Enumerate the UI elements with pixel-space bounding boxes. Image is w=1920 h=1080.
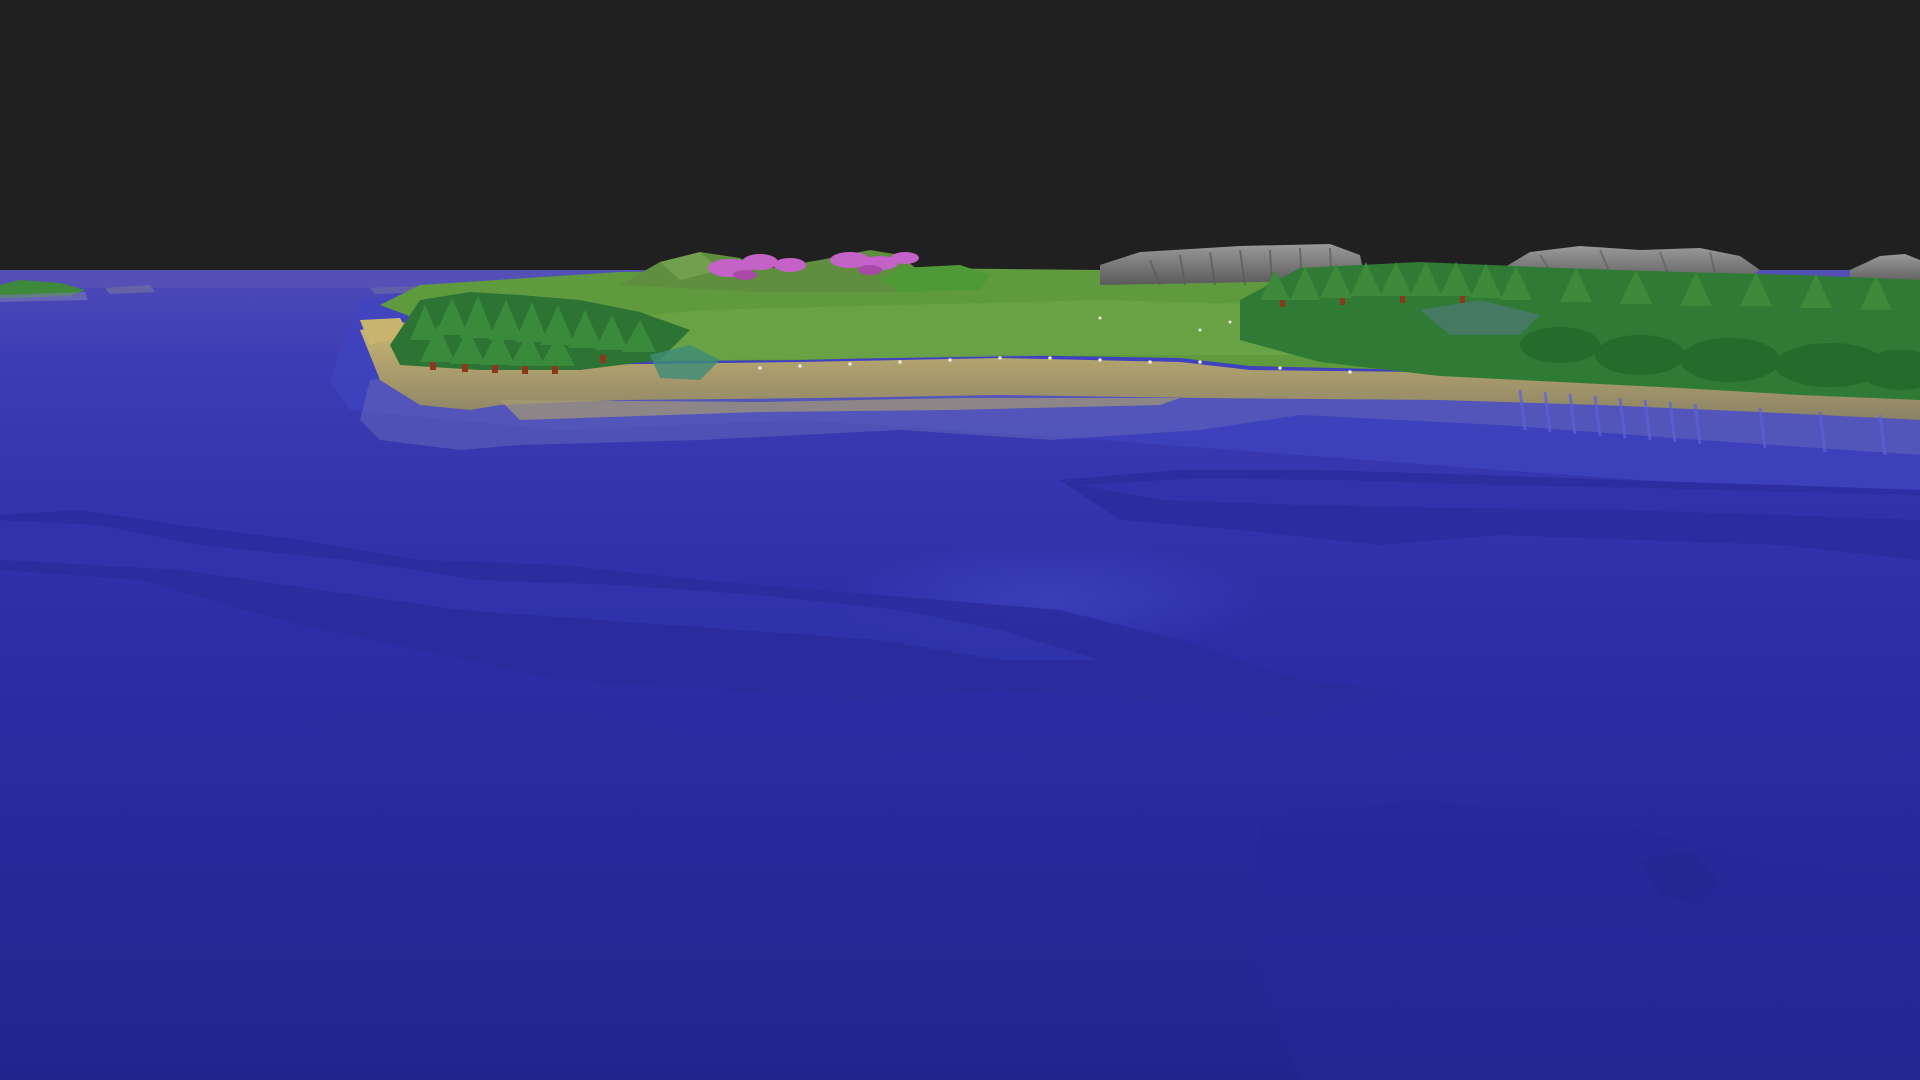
game-viewport[interactable] <box>0 0 1920 1080</box>
terrain-scene[interactable] <box>0 0 1920 1080</box>
sky <box>0 0 1920 275</box>
